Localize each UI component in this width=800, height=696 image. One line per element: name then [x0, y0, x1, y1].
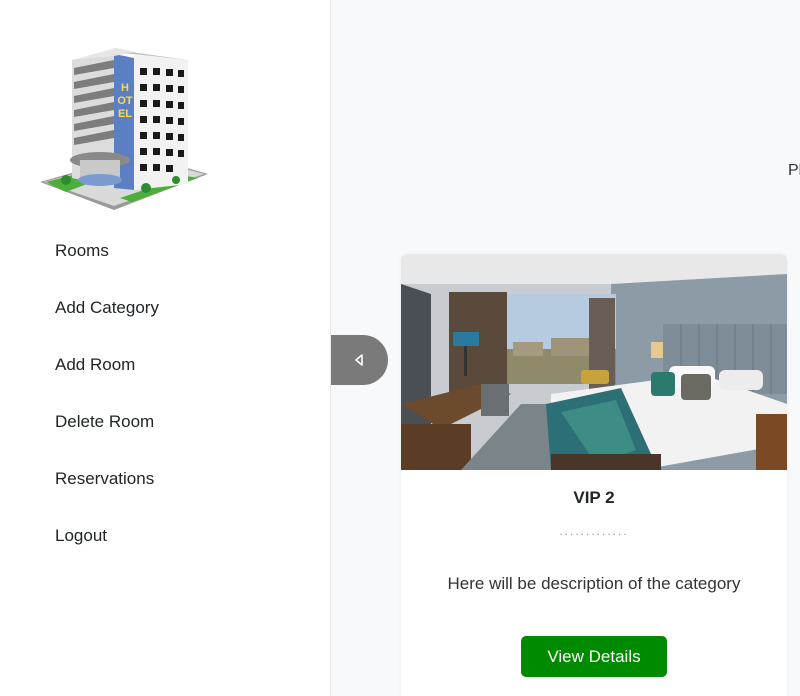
clipped-heading-text: Pl	[788, 162, 800, 179]
sidebar-item-add-category[interactable]: Add Category	[0, 289, 330, 346]
sidebar-nav: Rooms Add Category Add Room Delete Room …	[0, 232, 330, 574]
category-card: VIP 2 ............. Here will be descrip…	[401, 254, 787, 696]
page: HOTEL Rooms Add Category Add Room Delete…	[0, 0, 800, 696]
hotel-logo-sign: HOTEL	[117, 82, 133, 120]
room-photo	[401, 254, 787, 470]
sidebar: HOTEL Rooms Add Category Add Room Delete…	[0, 0, 331, 696]
caret-left-icon	[355, 354, 363, 366]
sidebar-collapse-button[interactable]	[331, 335, 388, 385]
view-details-button[interactable]: View Details	[521, 636, 667, 677]
sidebar-item-delete-room[interactable]: Delete Room	[0, 403, 330, 460]
card-divider: .............	[559, 524, 629, 538]
hotel-logo: HOTEL	[36, 42, 212, 214]
sidebar-item-logout[interactable]: Logout	[0, 517, 330, 574]
card-description: Here will be description of the category	[447, 574, 741, 593]
sidebar-item-add-room[interactable]: Add Room	[0, 346, 330, 403]
card-title: VIP 2	[573, 488, 615, 507]
sidebar-item-rooms[interactable]: Rooms	[0, 232, 330, 289]
sidebar-item-reservations[interactable]: Reservations	[0, 460, 330, 517]
